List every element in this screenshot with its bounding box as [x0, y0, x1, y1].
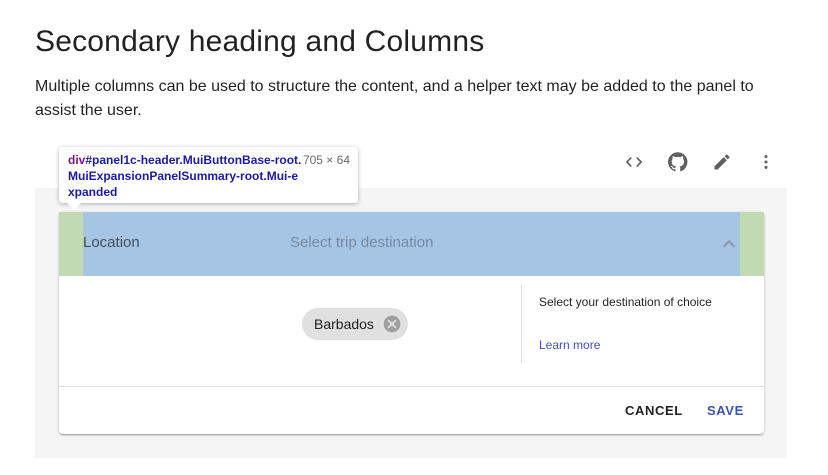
- demo-toolbar: [610, 146, 780, 178]
- expansion-panel: Location Select trip destination Barbado…: [59, 212, 764, 434]
- destination-chip[interactable]: Barbados: [302, 308, 408, 340]
- summary-padding-right: [740, 212, 764, 276]
- github-icon: [668, 152, 688, 172]
- section-description: Multiple columns can be used to structur…: [35, 78, 754, 119]
- helper-divider: [521, 285, 522, 363]
- panel-details: Barbados Select your destination of choi…: [59, 276, 764, 386]
- edit-button[interactable]: [706, 146, 738, 178]
- helper-text: Select your destination of choice: [539, 295, 712, 309]
- inspector-tooltip: div#panel1c-header.MuiButtonBase-root.Mu…: [59, 147, 358, 210]
- edit-icon: [714, 154, 730, 170]
- tooltip-tag: div: [68, 153, 86, 167]
- section-heading: Secondary heading and Columns: [35, 25, 485, 58]
- github-button[interactable]: [662, 146, 694, 178]
- chip-delete-button[interactable]: [382, 314, 402, 334]
- tooltip-selector: div#panel1c-header.MuiButtonBase-root.Mu…: [68, 152, 303, 200]
- save-button[interactable]: SAVE: [699, 397, 752, 423]
- panel-secondary-heading: Select trip destination: [290, 234, 434, 251]
- tooltip-selector-text: #panel1c-header.MuiButtonBase-root.MuiEx…: [68, 153, 302, 199]
- chip-label: Barbados: [314, 316, 374, 332]
- summary-padding-left: [59, 212, 83, 276]
- view-source-button[interactable]: [618, 146, 650, 178]
- learn-more-link[interactable]: Learn more: [539, 335, 600, 356]
- tooltip-size: 705 × 64: [302, 153, 350, 167]
- expand-toggle[interactable]: [717, 232, 741, 256]
- panel-summary[interactable]: Location Select trip destination: [59, 212, 764, 276]
- more-options-button[interactable]: [750, 146, 782, 178]
- chevron-up-icon: [723, 240, 735, 248]
- panel-heading: Location: [83, 234, 140, 251]
- panel-actions: CANCEL SAVE: [59, 387, 764, 434]
- more-vert-icon: [764, 155, 768, 169]
- cancel-circle-icon: [383, 315, 401, 333]
- page: Secondary heading and Columns Multiple c…: [0, 0, 828, 475]
- code-icon: [625, 157, 643, 167]
- cancel-button[interactable]: CANCEL: [617, 397, 691, 423]
